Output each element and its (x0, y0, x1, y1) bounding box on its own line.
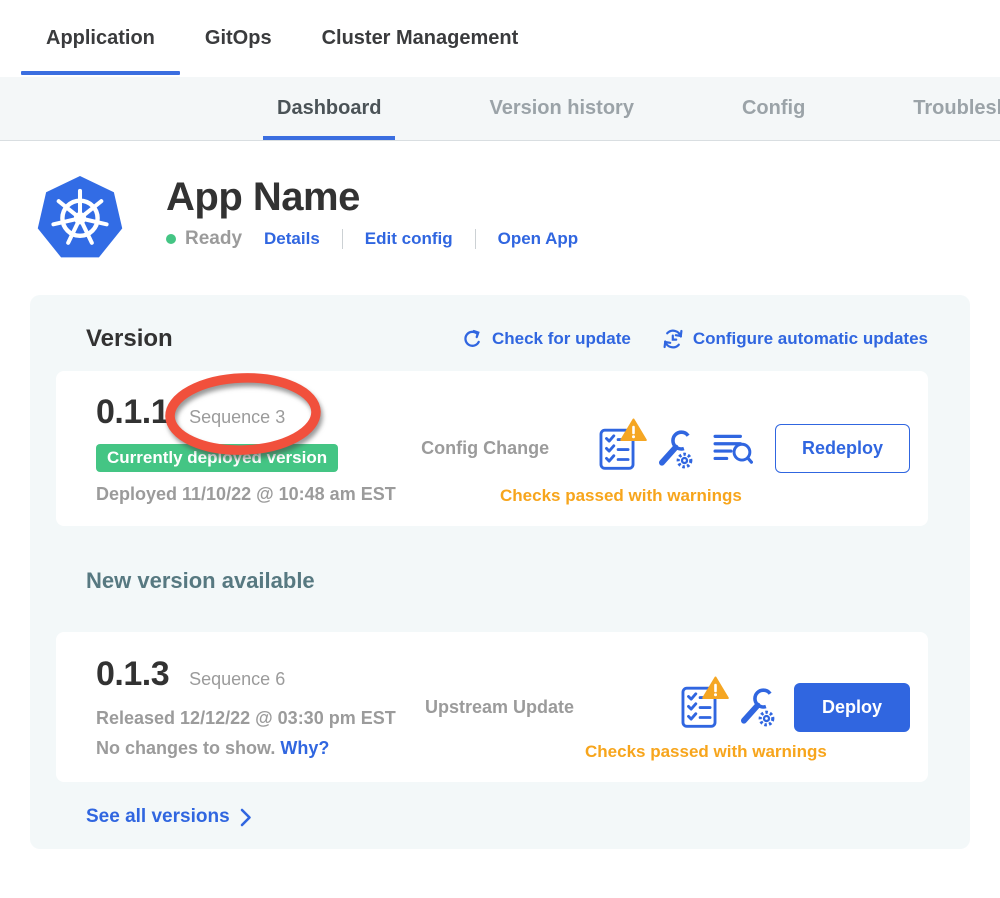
divider (342, 229, 343, 249)
next-version-sequence: Sequence 6 (189, 669, 285, 690)
open-app-link[interactable]: Open App (498, 229, 579, 249)
see-all-versions-link[interactable]: See all versions (86, 806, 928, 828)
preflight-checks-icon[interactable] (599, 428, 635, 470)
preflight-checks-status: Checks passed with warnings (585, 742, 827, 762)
page-title: App Name (166, 173, 578, 221)
configure-auto-updates-link[interactable]: Configure automatic updates (661, 327, 928, 351)
current-version-row: 0.1.1 Sequence 3 Currently deployed vers… (56, 371, 928, 526)
divider (475, 229, 476, 249)
why-link[interactable]: Why? (280, 738, 329, 758)
new-version-heading: New version available (86, 568, 928, 594)
change-type-label: Upstream Update (425, 697, 605, 718)
no-changes-text: No changes to show. (96, 738, 275, 758)
config-wrench-icon[interactable] (652, 428, 696, 470)
currently-deployed-badge: Currently deployed version (96, 444, 338, 472)
preflight-checks-icon[interactable] (681, 686, 717, 728)
refresh-icon (461, 328, 484, 351)
tab-dashboard[interactable]: Dashboard (263, 77, 395, 140)
app-header: App Name Ready Details Edit config Open … (36, 173, 1000, 267)
deployed-timestamp: Deployed 11/10/22 @ 10:48 am EST (96, 484, 421, 505)
tab-application[interactable]: Application (21, 0, 180, 77)
tab-troubleshoot[interactable]: Troubleshoot (899, 77, 1000, 140)
details-link[interactable]: Details (264, 229, 320, 249)
current-version-sequence: Sequence 3 (189, 407, 285, 428)
next-version-number: 0.1.3 (96, 655, 169, 694)
deploy-button[interactable]: Deploy (794, 683, 910, 732)
tab-version-history[interactable]: Version history (475, 77, 648, 140)
primary-nav: Application GitOps Cluster Management (0, 0, 1000, 77)
warning-triangle-icon (620, 418, 647, 442)
status-badge: Ready (185, 228, 242, 250)
current-version-number: 0.1.1 (96, 393, 169, 432)
tab-config[interactable]: Config (728, 77, 819, 140)
app-sub-nav: Dashboard Version history Config Trouble… (0, 77, 1000, 141)
change-type-label: Config Change (421, 438, 599, 459)
diff-view-icon[interactable] (713, 431, 753, 467)
preflight-checks-status: Checks passed with warnings (500, 486, 742, 506)
warning-triangle-icon (702, 676, 729, 700)
status-dot (166, 234, 176, 244)
chevron-right-icon (240, 808, 252, 827)
redeploy-button[interactable]: Redeploy (775, 424, 910, 473)
auto-update-clock-icon (661, 327, 685, 351)
version-section: Version Check for update Configure autom… (30, 295, 970, 849)
check-for-update-label: Check for update (492, 329, 631, 349)
tab-gitops[interactable]: GitOps (180, 0, 297, 77)
released-timestamp: Released 12/12/22 @ 03:30 pm EST (96, 708, 425, 729)
new-version-row: 0.1.3 Sequence 6 Released 12/12/22 @ 03:… (56, 632, 928, 782)
tab-cluster-management[interactable]: Cluster Management (297, 0, 544, 77)
check-for-update-link[interactable]: Check for update (461, 328, 631, 351)
version-section-title: Version (86, 325, 173, 353)
kubernetes-logo (36, 173, 124, 267)
edit-config-link[interactable]: Edit config (365, 229, 453, 249)
see-all-versions-label: See all versions (86, 806, 230, 828)
configure-auto-updates-label: Configure automatic updates (693, 329, 928, 349)
config-wrench-icon[interactable] (734, 686, 778, 728)
